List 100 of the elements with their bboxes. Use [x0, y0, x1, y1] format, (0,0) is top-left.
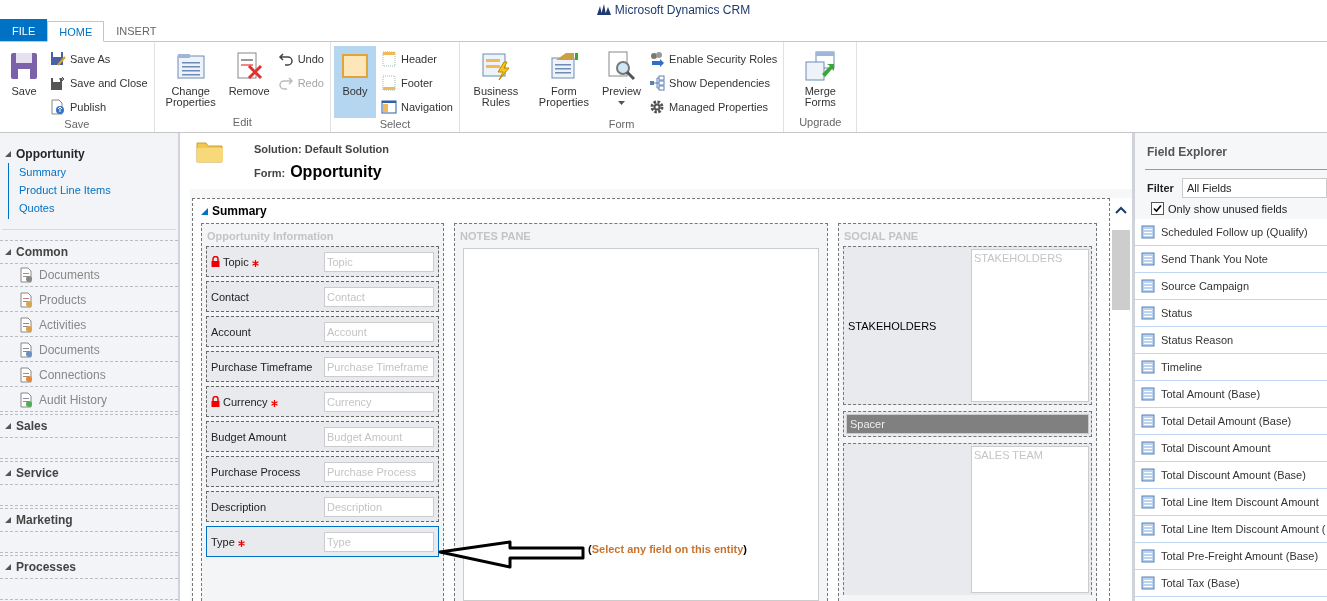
list-icon: [1141, 549, 1155, 563]
list-icon: [1141, 360, 1155, 374]
list-icon: [1141, 468, 1155, 482]
field-label: Currency: [223, 395, 268, 408]
entity-title[interactable]: Opportunity: [16, 147, 85, 161]
triangle-icon[interactable]: [4, 422, 12, 430]
triangle-icon[interactable]: [201, 207, 208, 215]
input-field[interactable]: Purchase Process: [324, 461, 434, 482]
ribbon-button[interactable]: Save and Close: [47, 72, 151, 94]
navigation-frame-icon: [380, 99, 397, 115]
ribbon-button[interactable]: Publish: [47, 96, 151, 118]
ribbon-button[interactable]: Merge Forms: [787, 46, 854, 116]
field-list-item[interactable]: Total Tax (Base): [1135, 570, 1327, 597]
input-field[interactable]: Purchase Timeframe: [324, 356, 434, 377]
input-field[interactable]: Currency: [324, 391, 434, 412]
group-label: Upgrade: [798, 116, 843, 130]
list-icon: [1141, 333, 1155, 347]
triangle-icon[interactable]: [4, 516, 12, 524]
filter-dropdown[interactable]: All Fields: [1182, 178, 1327, 198]
ribbon-button[interactable]: Save As: [47, 48, 151, 70]
nav-section-title[interactable]: Service: [16, 466, 59, 480]
input-field[interactable]: Contact: [324, 286, 434, 307]
scrollbar-thumb[interactable]: [1112, 230, 1130, 310]
field-label: STAKEHOLDERS: [847, 318, 938, 334]
input-field[interactable]: Topic: [324, 251, 434, 272]
field-label: Purchase Timeframe: [211, 360, 313, 373]
magnifier-document-icon: [605, 50, 638, 82]
unused-fields-checkbox[interactable]: Only show unused fields: [1135, 198, 1327, 219]
nav-section-title[interactable]: Processes: [16, 560, 77, 574]
nav-link[interactable]: Product Line Items: [9, 181, 178, 199]
ribbon-button[interactable]: Body: [333, 46, 376, 118]
input-field[interactable]: Account: [324, 321, 434, 342]
list-icon: [1141, 576, 1155, 590]
ribbon-button[interactable]: Preview: [598, 46, 645, 118]
form-field[interactable]: Purchase Process Purchase Process: [206, 456, 439, 487]
input-field[interactable]: Type: [324, 531, 434, 552]
ribbon-tab[interactable]: HOME: [47, 21, 105, 42]
triangle-icon[interactable]: [4, 563, 12, 571]
nav-section-title[interactable]: Marketing: [16, 513, 73, 527]
ribbon-button[interactable]: Managed Properties: [646, 96, 781, 118]
field-list-item[interactable]: Status: [1135, 300, 1327, 327]
ribbon-button[interactable]: Header: [377, 48, 456, 70]
form-field[interactable]: Topic Topic: [206, 246, 439, 277]
input-field[interactable]: Description: [324, 496, 434, 517]
group-label: Select: [378, 118, 412, 132]
section-title: Summary: [212, 204, 267, 218]
document-building-icon: [18, 342, 34, 358]
triangle-icon[interactable]: [4, 469, 12, 477]
form-field[interactable]: Currency Currency: [206, 386, 439, 417]
list-icon: [1141, 414, 1155, 428]
field-list-item[interactable]: Total Line Item Discount Amount (: [1135, 516, 1327, 543]
field-label: Budget Amount: [211, 430, 287, 443]
nav-link[interactable]: Summary: [9, 163, 178, 181]
folder-icon: [196, 139, 224, 163]
ribbon-tab[interactable]: FILE: [0, 19, 48, 41]
nav-section-title[interactable]: Sales: [16, 419, 48, 433]
list-icon: [1141, 441, 1155, 455]
gear-icon: [649, 99, 666, 115]
field-list-item[interactable]: Total Detail Amount (Base): [1135, 408, 1327, 435]
field-list-item[interactable]: Total Discount Amount: [1135, 435, 1327, 462]
field-list-item[interactable]: Send Thank You Note: [1135, 246, 1327, 273]
solution-label: Solution: Default Solution: [254, 143, 390, 155]
form-name: Opportunity: [290, 163, 382, 181]
document-upload-icon: [50, 99, 66, 115]
field-list-item[interactable]: Total Pre-Freight Amount (Base): [1135, 543, 1327, 570]
lock-icon: [211, 396, 220, 407]
triangle-icon[interactable]: [4, 150, 12, 158]
nav-link[interactable]: Quotes: [9, 199, 178, 217]
scroll-up-icon[interactable]: [1115, 206, 1127, 214]
ribbon-button[interactable]: Footer: [377, 72, 456, 94]
field-list-item[interactable]: Total Line Item Discount Amount: [1135, 489, 1327, 516]
ribbon-button[interactable]: Save: [3, 46, 45, 118]
ribbon-button[interactable]: Show Dependencies: [646, 72, 781, 94]
ribbon-button[interactable]: Enable Security Roles: [646, 48, 781, 70]
annotation-text: (Select any field on this entity): [588, 543, 747, 555]
form-field[interactable]: Purchase Timeframe Purchase Timeframe: [206, 351, 439, 382]
form-field[interactable]: Description Description: [206, 491, 439, 522]
group-label: Save: [63, 118, 91, 132]
input-field[interactable]: Budget Amount: [324, 426, 434, 447]
ribbon-button[interactable]: Undo: [274, 48, 327, 70]
form-field[interactable]: Budget Amount Budget Amount: [206, 421, 439, 452]
ribbon-button[interactable]: Business Rules: [462, 46, 529, 118]
form-field[interactable]: Type Type: [206, 526, 439, 557]
people-arrow-icon: [649, 51, 666, 67]
nav-section-title[interactable]: Common: [16, 245, 68, 259]
field-list-item[interactable]: Total Amount (Base): [1135, 381, 1327, 408]
field-list-item[interactable]: Status Reason: [1135, 327, 1327, 354]
ribbon-button[interactable]: Remove: [225, 46, 273, 116]
form-field[interactable]: Account Account: [206, 316, 439, 347]
triangle-icon[interactable]: [4, 248, 12, 256]
ribbon-button[interactable]: Form Properties: [530, 46, 597, 118]
field-list-item[interactable]: Source Campaign: [1135, 273, 1327, 300]
field-list-item[interactable]: Total Discount Amount (Base): [1135, 462, 1327, 489]
ribbon-button[interactable]: Change Properties: [157, 46, 224, 116]
ribbon-button[interactable]: Navigation: [377, 96, 456, 118]
panel-title: Field Explorer: [1145, 133, 1327, 170]
field-list-item[interactable]: Scheduled Follow up (Qualify): [1135, 219, 1327, 246]
filter-label: Filter: [1147, 182, 1172, 194]
form-field[interactable]: Contact Contact: [206, 281, 439, 312]
field-list-item[interactable]: Timeline: [1135, 354, 1327, 381]
